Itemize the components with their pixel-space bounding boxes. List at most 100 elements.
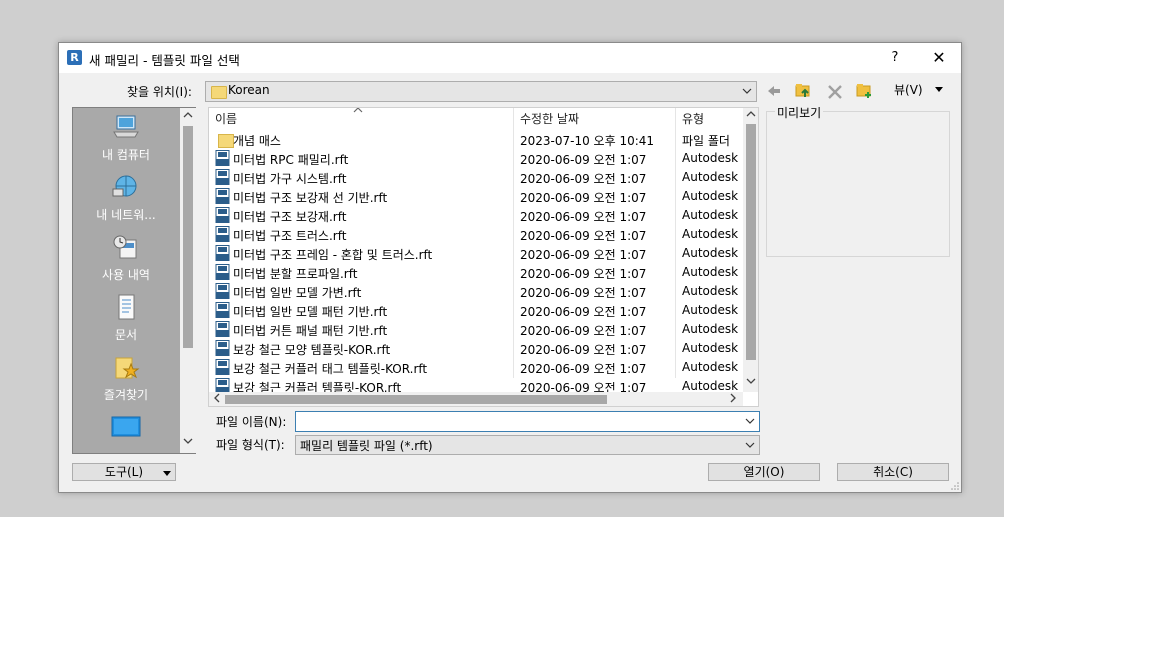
table-row[interactable]: 미터법 구조 프레임 - 혼합 및 트러스.rft 2020-06-09 오전 1… [209, 244, 743, 263]
cell-date: 2020-06-09 오전 1:07 [520, 210, 647, 224]
filename-label: 파일 이름(N): [216, 415, 287, 429]
scrollbar-thumb[interactable] [746, 124, 756, 360]
cell-name: 미터법 커튼 패널 패턴 기반.rft [233, 324, 388, 338]
place-label: 즐겨찾기 [103, 388, 149, 402]
cell-type: Autodesk R [682, 189, 742, 203]
cell-type: Autodesk R [682, 246, 742, 260]
rft-file-icon [215, 245, 230, 261]
cell-name: 미터법 RPC 패밀리.rft [233, 153, 349, 167]
rft-file-icon [215, 169, 230, 185]
rft-file-icon [215, 321, 230, 337]
up-folder-icon[interactable] [794, 81, 812, 99]
cell-type: Autodesk R [682, 322, 742, 336]
chevron-down-icon[interactable] [744, 414, 756, 428]
documents-icon [118, 294, 135, 320]
tools-button[interactable]: 도구(L) [72, 463, 176, 481]
file-list[interactable]: 이름 수정한 날짜 유형 개념 매스 2023-07-10 오후 10:41 파일 … [208, 107, 759, 407]
cell-type: Autodesk R [682, 284, 742, 298]
place-network[interactable]: 내 네트워... [73, 174, 179, 223]
place-label: 문서 [114, 328, 138, 342]
tools-button-label: 도구(L) [104, 465, 144, 479]
new-folder-icon[interactable] [855, 81, 873, 99]
title-bar[interactable]: R 새 패밀리 - 템플릿 파일 선택 ? ✕ [59, 43, 961, 73]
table-row[interactable]: 미터법 구조 트러스.rft 2020-06-09 오전 1:07 Autodesk… [209, 225, 743, 244]
table-row[interactable]: 보강 철근 커플러 태그 템플릿-KOR.rft 2020-06-09 오전 1:… [209, 358, 743, 377]
file-list-vertical-scrollbar[interactable] [743, 108, 758, 392]
cell-date: 2020-06-09 오전 1:07 [520, 267, 647, 281]
tools-dropdown-arrow-icon [163, 471, 171, 476]
cell-date: 2020-06-09 오전 1:07 [520, 343, 647, 357]
rft-file-icon [215, 226, 230, 242]
cell-name: 미터법 구조 트러스.rft [233, 229, 347, 243]
cell-type: Autodesk R [682, 303, 742, 317]
table-row[interactable]: 미터법 일반 모델 가변.rft 2020-06-09 오전 1:07 Autode… [209, 282, 743, 301]
table-row[interactable]: 미터법 가구 시스템.rft 2020-06-09 오전 1:07 Autodesk… [209, 168, 743, 187]
cell-type: Autodesk R [682, 341, 742, 355]
filename-input[interactable] [295, 411, 760, 432]
scroll-right-icon[interactable] [725, 393, 741, 406]
delete-icon[interactable] [826, 83, 844, 101]
cell-name: 미터법 가구 시스템.rft [233, 172, 347, 186]
cell-name: 미터법 일반 모델 패턴 기반.rft [233, 305, 388, 319]
preview-label: 미리보기 [775, 104, 824, 121]
cell-name: 미터법 분할 프로파일.rft [233, 267, 358, 281]
cell-date: 2023-07-10 오후 10:41 [520, 134, 655, 148]
places-scrollbar[interactable] [180, 108, 196, 453]
scroll-down-icon[interactable] [743, 376, 758, 390]
table-row[interactable]: 보강 철근 모양 템플릿-KOR.rft 2020-06-09 오전 1:07 Au… [209, 339, 743, 358]
table-row[interactable]: 미터법 RPC 패밀리.rft 2020-06-09 오전 1:07 Autodes… [209, 149, 743, 168]
back-arrow-icon[interactable] [765, 82, 783, 100]
view-menu-button[interactable]: 뷰(V) [894, 81, 923, 98]
favorites-icon [115, 357, 140, 379]
cell-type: Autodesk R [682, 208, 742, 222]
table-row[interactable]: 미터법 분할 프로파일.rft 2020-06-09 오전 1:07 Autodes… [209, 263, 743, 282]
scroll-left-icon[interactable] [209, 393, 225, 406]
scrollbar-thumb[interactable] [225, 395, 607, 404]
resize-grip-icon[interactable] [951, 482, 959, 490]
place-documents[interactable]: 문서 [73, 294, 179, 343]
desktop-icon [111, 416, 141, 437]
lookin-combo[interactable]: Korean [205, 81, 757, 102]
filetype-value: 패밀리 템플릿 파일 (*.rft) [300, 439, 433, 453]
scroll-up-icon[interactable] [180, 110, 196, 124]
cell-name: 개념 매스 [233, 134, 281, 148]
rft-file-icon [215, 264, 230, 280]
cell-date: 2020-06-09 오전 1:07 [520, 286, 647, 300]
view-dropdown-arrow-icon[interactable] [935, 87, 943, 92]
table-row[interactable]: 미터법 구조 보강재 선 기반.rft 2020-06-09 오전 1:07 Aut… [209, 187, 743, 206]
network-icon [112, 175, 137, 197]
place-my-computer[interactable]: 내 컴퓨터 [73, 114, 179, 163]
preview-panel: 미리보기 [766, 104, 950, 257]
place-favorites[interactable]: 즐겨찾기 [73, 354, 179, 403]
filename-text-input[interactable] [298, 413, 742, 430]
folder-icon [211, 86, 227, 99]
table-row[interactable]: 개념 매스 2023-07-10 오후 10:41 파일 폴더 [209, 130, 743, 149]
table-row[interactable]: 미터법 일반 모델 패턴 기반.rft 2020-06-09 오전 1:07 Aut… [209, 301, 743, 320]
column-header-name[interactable]: 이름 [215, 108, 237, 130]
filetype-label: 파일 형식(T): [216, 438, 285, 452]
rft-file-icon [215, 302, 230, 318]
rft-file-icon [215, 359, 230, 375]
cancel-button[interactable]: 취소(C) [837, 463, 949, 481]
column-header-type[interactable]: 유형 [682, 108, 704, 130]
scroll-down-icon[interactable] [180, 436, 196, 450]
table-row[interactable]: 미터법 구조 보강재.rft 2020-06-09 오전 1:07 Autodesk… [209, 206, 743, 225]
table-row[interactable]: 미터법 커튼 패널 패턴 기반.rft 2020-06-09 오전 1:07 Aut… [209, 320, 743, 339]
filetype-combo[interactable]: 패밀리 템플릿 파일 (*.rft) [295, 435, 760, 455]
place-desktop[interactable] [73, 414, 179, 446]
help-button[interactable]: ? [881, 47, 909, 69]
cell-type: Autodesk R [682, 379, 742, 393]
cell-type: Autodesk R [682, 227, 742, 241]
file-list-horizontal-scrollbar[interactable] [209, 392, 743, 406]
scrollbar-thumb[interactable] [183, 126, 193, 348]
computer-icon [113, 115, 139, 138]
revit-logo-icon: R [67, 50, 82, 65]
place-history[interactable]: 사용 내역 [73, 234, 179, 283]
cell-type: Autodesk R [682, 151, 742, 165]
lookin-value: Korean [228, 83, 270, 97]
close-button[interactable]: ✕ [925, 47, 953, 69]
open-button[interactable]: 열기(O) [708, 463, 820, 481]
cell-date: 2020-06-09 오전 1:07 [520, 172, 647, 186]
column-header-date[interactable]: 수정한 날짜 [520, 108, 579, 130]
scroll-up-icon[interactable] [743, 109, 758, 123]
